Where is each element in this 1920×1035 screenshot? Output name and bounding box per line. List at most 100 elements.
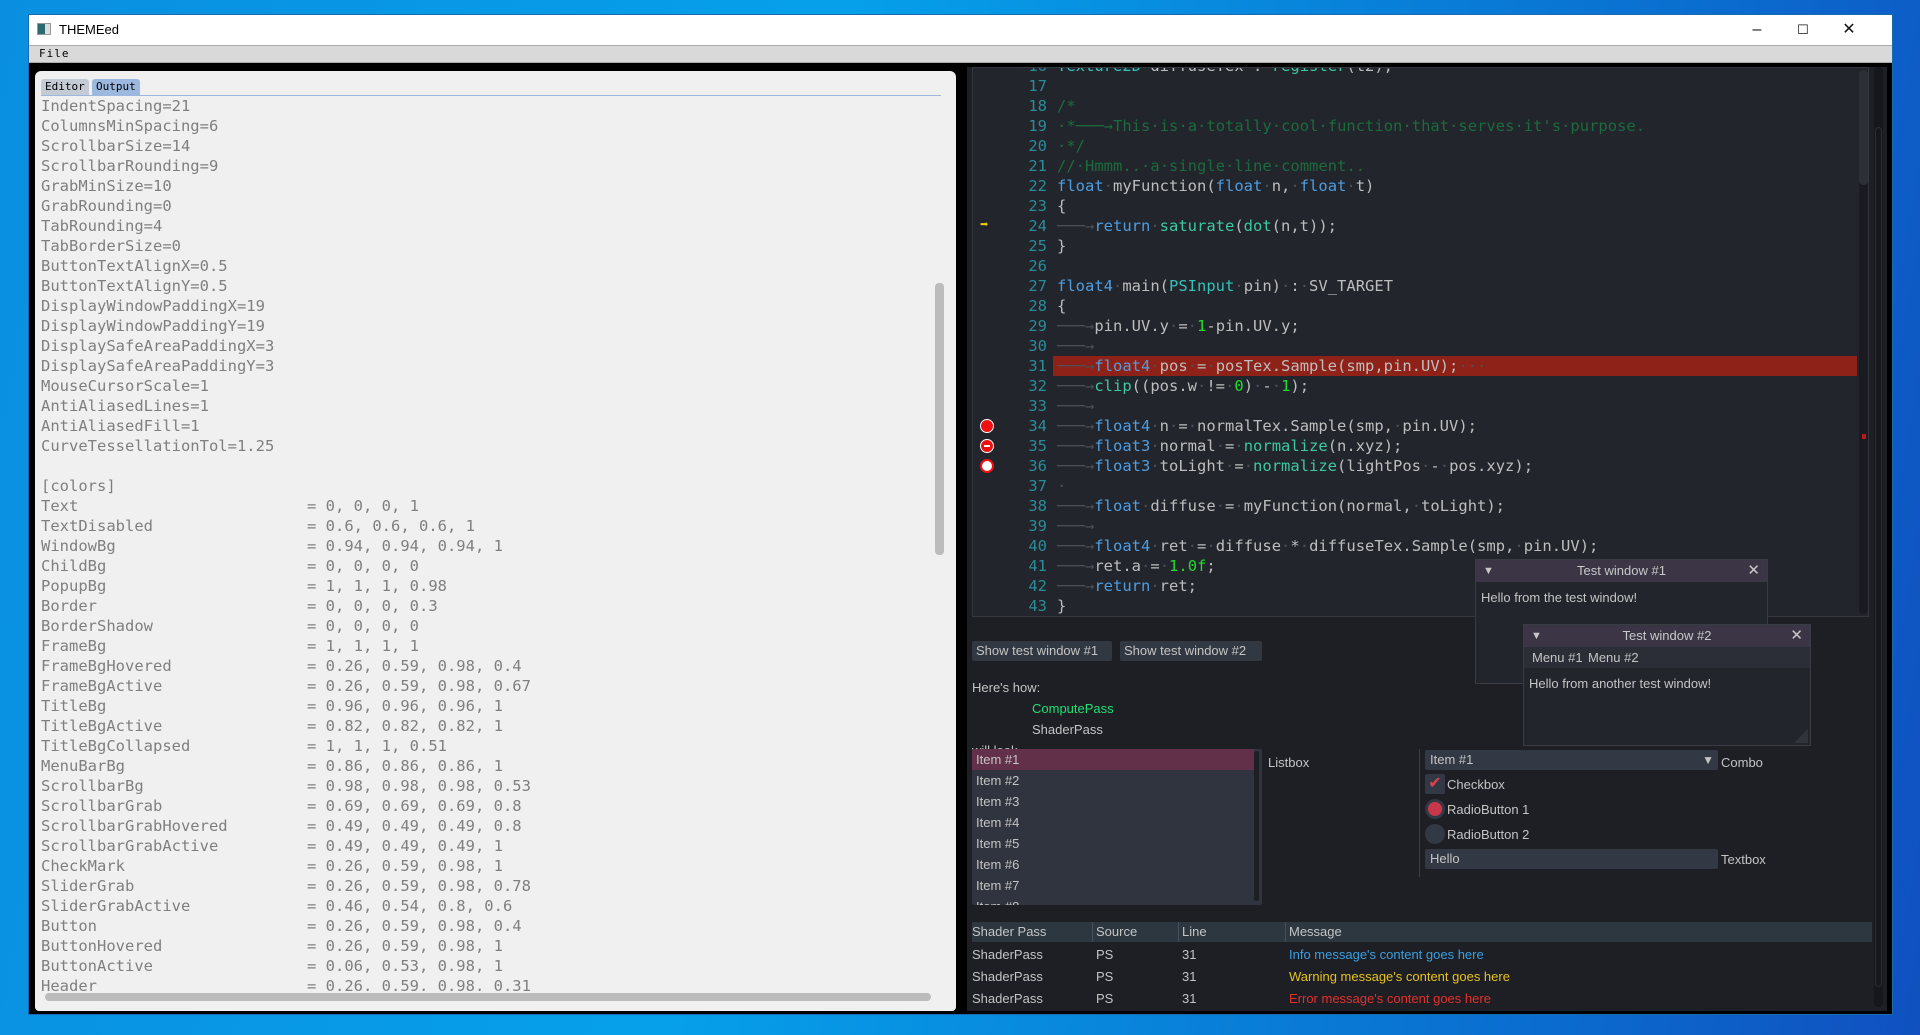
- current-line-arrow-icon[interactable]: ➡: [980, 218, 994, 232]
- maximize-button[interactable]: ☐: [1780, 15, 1826, 45]
- code-line[interactable]: 19 ·*───→This·is·a·totally·cool·function·…: [973, 116, 1853, 136]
- tab-editor[interactable]: Editor: [41, 79, 89, 95]
- output-line: ScrollbarGrabHovered = 0.49, 0.49, 0.49, …: [41, 816, 935, 836]
- breakpoint-icon[interactable]: [980, 419, 994, 433]
- collapse-triangle-icon[interactable]: ▼: [1531, 625, 1542, 647]
- setting-name: TabBorderSize=0: [41, 237, 181, 255]
- setting-name: [41, 456, 307, 476]
- textbox[interactable]: Hello: [1425, 849, 1718, 869]
- code-text: ───→pin.UV.y·=·1-pin.UV.y;: [1057, 317, 1300, 335]
- setting-value: = 0.46, 0.54, 0.8, 0.6: [307, 897, 513, 915]
- panel-scrollbar-grab[interactable]: [1875, 127, 1882, 987]
- column-separator[interactable]: [1092, 922, 1093, 942]
- code-line[interactable]: 16 Texture2D·diffuseTex·:·register(t2);: [973, 68, 1853, 76]
- code-line[interactable]: 27 float4·main(PSInput·pin)·:·SV_TARGET: [973, 276, 1853, 296]
- code-line[interactable]: 33 ───→: [973, 396, 1853, 416]
- output-line: ButtonTextAlignX=0.5: [41, 256, 935, 276]
- code-line[interactable]: 31 ───→float4·pos·=·posTex.Sample(smp,pin…: [973, 356, 1858, 376]
- listbox-item[interactable]: Item #7: [972, 875, 1254, 896]
- compute-pass-text: ComputePass: [1032, 701, 1114, 716]
- column-header-line[interactable]: Line: [1182, 922, 1207, 942]
- show-test-window-1-button[interactable]: Show test window #1: [972, 641, 1112, 661]
- code-line[interactable]: 25}: [973, 236, 1853, 256]
- table-header: Shader Pass Source Line Message: [972, 922, 1872, 942]
- listbox-item[interactable]: Item #2: [972, 770, 1254, 791]
- output-line: ButtonActive = 0.06, 0.53, 0.98, 1: [41, 956, 935, 976]
- setting-value: = 0.82, 0.82, 0.82, 1: [307, 717, 503, 735]
- code-line[interactable]: 36 ───→float3·toLight·=·normalize(lightPo…: [973, 456, 1853, 476]
- output-line: TitleBgActive = 0.82, 0.82, 0.82, 1: [41, 716, 935, 736]
- output-line: BorderShadow = 0, 0, 0, 0: [41, 616, 935, 636]
- code-line[interactable]: 40 ───→float4·ret·=·diffuse·*·diffuseTex.…: [973, 536, 1853, 556]
- column-header-message[interactable]: Message: [1289, 922, 1342, 942]
- listbox-item[interactable]: Item #5: [972, 833, 1254, 854]
- code-text: ───→: [1057, 337, 1095, 355]
- listbox-item[interactable]: Item #4: [972, 812, 1254, 833]
- column-separator[interactable]: [1285, 922, 1286, 942]
- code-line[interactable]: 28 {: [973, 296, 1853, 316]
- code-line[interactable]: 38 ───→float·diffuse·=·myFunction(normal,…: [973, 496, 1853, 516]
- table-row[interactable]: ShaderPass PS 31 Info message's content goe…: [972, 944, 1872, 966]
- code-line[interactable]: 34 ───→float4·n·=·normalTex.Sample(smp,·p…: [973, 416, 1853, 436]
- horizontal-scrollbar[interactable]: [45, 993, 931, 1001]
- resize-grip-icon[interactable]: [1794, 729, 1808, 743]
- close-button[interactable]: ✕: [1826, 15, 1872, 45]
- menu-item-2[interactable]: Menu #2: [1588, 650, 1639, 665]
- code-line[interactable]: 22 float·myFunction(float·n,·float·t): [973, 176, 1853, 196]
- table-row[interactable]: ShaderPass PS 31 Error message's content go…: [972, 988, 1872, 1010]
- code-line[interactable]: 21 //·Hmmm..·a·single·line·comment..: [973, 156, 1853, 176]
- setting-name: SliderGrabActive: [41, 897, 191, 915]
- listbox-scrollbar[interactable]: [1254, 751, 1259, 901]
- code-line[interactable]: ➡ 24 ───→return·saturate(dot(n,t));: [973, 216, 1853, 236]
- column-separator[interactable]: [1178, 922, 1179, 942]
- show-test-window-2-button[interactable]: Show test window #2: [1120, 641, 1262, 661]
- code-line[interactable]: 26: [973, 256, 1853, 276]
- test-window-2[interactable]: ▼ Test window #2 ✕ Menu #1 Menu #2 Hello…: [1523, 624, 1811, 746]
- menu-item-1[interactable]: Menu #1: [1532, 650, 1583, 665]
- code-line[interactable]: 32 ───→clip((pos.w·!=·0)·-·1);: [973, 376, 1853, 396]
- test-window-1-titlebar[interactable]: ▼ Test window #1 ✕: [1476, 560, 1767, 582]
- test-window-2-titlebar[interactable]: ▼ Test window #2 ✕: [1524, 625, 1810, 647]
- radio-button-1[interactable]: [1425, 799, 1445, 819]
- line-number: 35: [1028, 437, 1047, 455]
- code-line[interactable]: 20 ·*/: [973, 136, 1853, 156]
- output-line: TitleBgCollapsed = 1, 1, 1, 0.51: [41, 736, 935, 756]
- listbox-item[interactable]: Item #6: [972, 854, 1254, 875]
- listbox-item[interactable]: Item #1: [972, 749, 1254, 770]
- code-editor[interactable]: 16 Texture2D·diffuseTex·:·register(t2); 17…: [972, 67, 1869, 617]
- setting-value: = 0, 0, 0, 0: [307, 557, 419, 575]
- setting-value: = 0.69, 0.69, 0.69, 0.8: [307, 797, 522, 815]
- vertical-scrollbar[interactable]: [935, 283, 944, 555]
- breakpoint-disabled-icon[interactable]: [980, 439, 994, 453]
- code-line[interactable]: 18 /*: [973, 96, 1853, 116]
- tab-output[interactable]: Output: [92, 79, 140, 95]
- code-line[interactable]: 23 {: [973, 196, 1853, 216]
- code-line[interactable]: 17: [973, 76, 1853, 96]
- column-header-shader-pass[interactable]: Shader Pass: [972, 922, 1046, 942]
- setting-value: = 1, 1, 1, 0.51: [307, 737, 447, 755]
- listbox-item[interactable]: Item #3: [972, 791, 1254, 812]
- column-header-source[interactable]: Source: [1096, 922, 1137, 942]
- close-icon[interactable]: ✕: [1790, 625, 1803, 647]
- combo-box[interactable]: Item #1 ▼: [1425, 750, 1718, 770]
- line-number: 16: [997, 68, 1047, 76]
- minimize-button[interactable]: –: [1734, 15, 1780, 45]
- code-line[interactable]: 37 ·: [973, 476, 1853, 496]
- output-line: ScrollbarRounding=9: [41, 156, 935, 176]
- table-row[interactable]: ShaderPass PS 31 Warning message's content …: [972, 966, 1872, 988]
- breakpoint-empty-icon[interactable]: [980, 459, 994, 473]
- code-line[interactable]: 30 ───→: [973, 336, 1853, 356]
- code-line[interactable]: 35 ───→float3·normal·=·normalize(n.xyz);: [973, 436, 1853, 456]
- checkbox[interactable]: ✔: [1425, 774, 1445, 794]
- code-line[interactable]: 29 ───→pin.UV.y·=·1-pin.UV.y;: [973, 316, 1853, 336]
- editor-scrollbar-grab[interactable]: [1859, 70, 1868, 185]
- close-icon[interactable]: ✕: [1747, 560, 1760, 582]
- collapse-triangle-icon[interactable]: ▼: [1483, 560, 1494, 582]
- output-line: MouseCursorScale=1: [41, 376, 935, 396]
- code-text: ───→float4·ret·=·diffuse·*·diffuseTex.Sa…: [1057, 537, 1599, 555]
- radio-button-2[interactable]: [1425, 824, 1445, 844]
- listbox[interactable]: Item #1 Item #2 Item #3 Item #4 Item #5 Item …: [972, 749, 1262, 905]
- code-line[interactable]: 39 ───→: [973, 516, 1853, 536]
- menu-file[interactable]: File: [39, 47, 70, 60]
- listbox-item[interactable]: Item #8: [972, 896, 1254, 905]
